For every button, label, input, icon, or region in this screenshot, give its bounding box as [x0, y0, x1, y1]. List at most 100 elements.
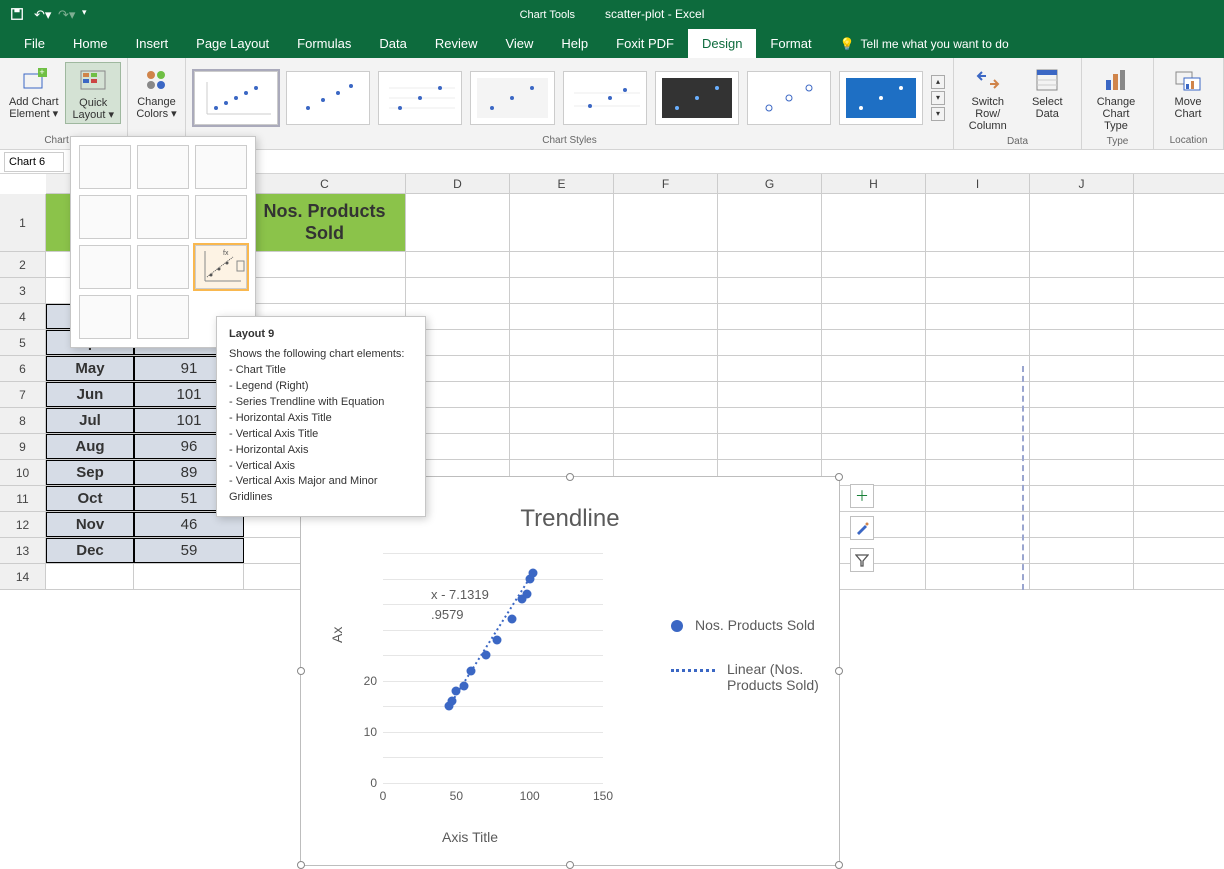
tab-format[interactable]: Format	[756, 29, 825, 58]
cell-H9[interactable]	[822, 434, 926, 459]
cell-H4[interactable]	[822, 304, 926, 329]
chart-style-8[interactable]	[839, 71, 923, 125]
row-header-12[interactable]: 12	[0, 512, 46, 537]
tab-insert[interactable]: Insert	[122, 29, 183, 58]
cell-J8[interactable]	[1030, 408, 1134, 433]
cell-C1[interactable]: Nos. Products Sold	[244, 194, 406, 251]
cell-A13[interactable]: Dec	[46, 538, 134, 563]
column-header-C[interactable]: C	[244, 174, 406, 193]
cell-J5[interactable]	[1030, 330, 1134, 355]
cell-F1[interactable]	[614, 194, 718, 251]
cell-F6[interactable]	[614, 356, 718, 381]
cell-E9[interactable]	[510, 434, 614, 459]
cell-I14[interactable]	[926, 564, 1030, 589]
cell-G3[interactable]	[718, 278, 822, 303]
row-header-14[interactable]: 14	[0, 564, 46, 589]
cell-I9[interactable]	[926, 434, 1030, 459]
tab-foxit-pdf[interactable]: Foxit PDF	[602, 29, 688, 58]
cell-F8[interactable]	[614, 408, 718, 433]
cell-J13[interactable]	[1030, 538, 1134, 563]
cell-F9[interactable]	[614, 434, 718, 459]
cell-I1[interactable]	[926, 194, 1030, 251]
chart-style-5[interactable]	[563, 71, 647, 125]
cell-F3[interactable]	[614, 278, 718, 303]
cell-I8[interactable]	[926, 408, 1030, 433]
cell-C3[interactable]	[244, 278, 406, 303]
chart-style-6[interactable]	[655, 71, 739, 125]
cell-E4[interactable]	[510, 304, 614, 329]
cell-F4[interactable]	[614, 304, 718, 329]
cell-F5[interactable]	[614, 330, 718, 355]
cell-J7[interactable]	[1030, 382, 1134, 407]
quick-layout-4[interactable]	[79, 195, 131, 239]
tab-view[interactable]: View	[491, 29, 547, 58]
tab-help[interactable]: Help	[547, 29, 602, 58]
cell-J4[interactable]	[1030, 304, 1134, 329]
styles-scroll-up[interactable]: ▴	[931, 75, 945, 89]
chart-legend[interactable]: Nos. Products Sold Linear (Nos. Products…	[671, 617, 821, 721]
chart-filters-button[interactable]	[850, 548, 874, 572]
row-header-6[interactable]: 6	[0, 356, 46, 381]
cell-G5[interactable]	[718, 330, 822, 355]
chart-style-7[interactable]	[747, 71, 831, 125]
cell-A7[interactable]: Jun	[46, 382, 134, 407]
row-header-10[interactable]: 10	[0, 460, 46, 485]
data-point[interactable]	[447, 697, 456, 706]
save-icon[interactable]	[10, 7, 24, 21]
cell-J1[interactable]	[1030, 194, 1134, 251]
switch-row-column-button[interactable]: Switch Row/ Column	[960, 62, 1016, 134]
quick-layout-1[interactable]	[79, 145, 131, 189]
quick-layout-5[interactable]	[137, 195, 189, 239]
quick-layout-7[interactable]	[79, 245, 131, 289]
cell-J2[interactable]	[1030, 252, 1134, 277]
cell-A11[interactable]: Oct	[46, 486, 134, 511]
column-header-H[interactable]: H	[822, 174, 926, 193]
cell-F7[interactable]	[614, 382, 718, 407]
cell-G8[interactable]	[718, 408, 822, 433]
cell-A8[interactable]: Jul	[46, 408, 134, 433]
row-header-13[interactable]: 13	[0, 538, 46, 563]
quick-layout-10[interactable]	[79, 295, 131, 339]
tab-page-layout[interactable]: Page Layout	[182, 29, 283, 58]
cell-I10[interactable]	[926, 460, 1030, 485]
row-header-11[interactable]: 11	[0, 486, 46, 511]
cell-J10[interactable]	[1030, 460, 1134, 485]
chart-style-2[interactable]	[286, 71, 370, 125]
cell-E8[interactable]	[510, 408, 614, 433]
column-header-J[interactable]: J	[1030, 174, 1134, 193]
cell-A14[interactable]	[46, 564, 134, 589]
change-colors-button[interactable]: Change Colors ▾	[134, 62, 179, 122]
qat-customize-icon[interactable]: ▾	[82, 7, 96, 21]
select-data-button[interactable]: Select Data	[1020, 62, 1076, 122]
chart-style-4[interactable]	[470, 71, 554, 125]
quick-layout-2[interactable]	[137, 145, 189, 189]
cell-B14[interactable]	[134, 564, 244, 589]
row-header-3[interactable]: 3	[0, 278, 46, 303]
cell-J9[interactable]	[1030, 434, 1134, 459]
quick-layout-9[interactable]: fx	[195, 245, 247, 289]
cell-A6[interactable]: May	[46, 356, 134, 381]
cell-H1[interactable]	[822, 194, 926, 251]
data-point[interactable]	[481, 651, 490, 660]
tab-design[interactable]: Design	[688, 29, 756, 58]
cell-E1[interactable]	[510, 194, 614, 251]
cell-J6[interactable]	[1030, 356, 1134, 381]
cell-G7[interactable]	[718, 382, 822, 407]
tab-home[interactable]: Home	[59, 29, 122, 58]
cell-I6[interactable]	[926, 356, 1030, 381]
cell-H8[interactable]	[822, 408, 926, 433]
quick-layout-button[interactable]: Quick Layout ▾	[65, 62, 121, 124]
cell-D1[interactable]	[406, 194, 510, 251]
cell-H7[interactable]	[822, 382, 926, 407]
name-box[interactable]	[4, 152, 64, 172]
row-header-5[interactable]: 5	[0, 330, 46, 355]
cell-H6[interactable]	[822, 356, 926, 381]
cell-E6[interactable]	[510, 356, 614, 381]
cell-I12[interactable]	[926, 512, 1030, 537]
tab-review[interactable]: Review	[421, 29, 492, 58]
chart-styles-button[interactable]	[850, 516, 874, 540]
cell-I2[interactable]	[926, 252, 1030, 277]
chart-style-1[interactable]	[194, 71, 278, 125]
cell-I7[interactable]	[926, 382, 1030, 407]
cell-G9[interactable]	[718, 434, 822, 459]
